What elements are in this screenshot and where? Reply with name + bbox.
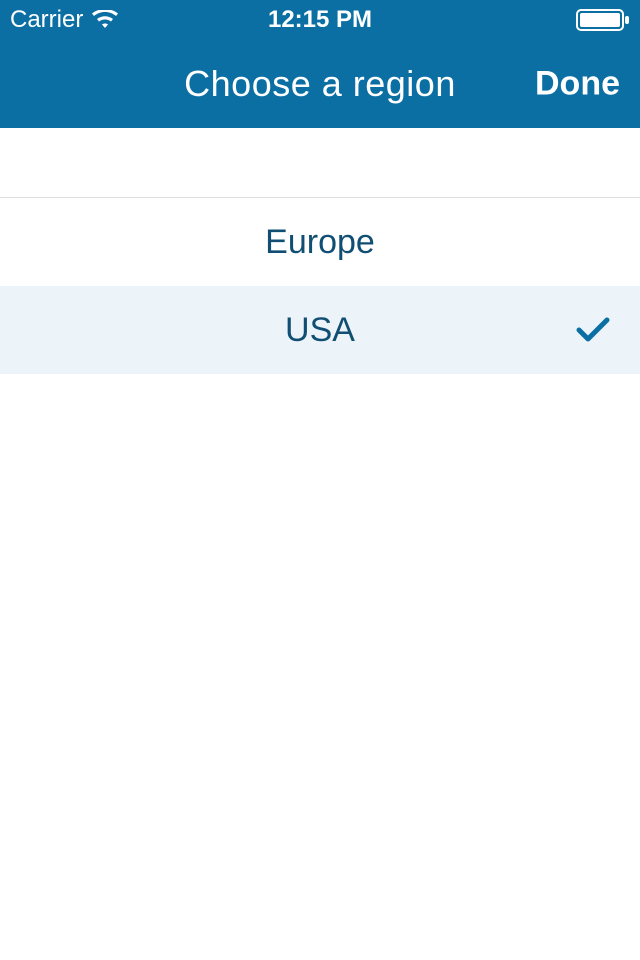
status-left: Carrier — [10, 6, 119, 34]
status-bar: Carrier 12:15 PM — [0, 0, 640, 40]
page-title: Choose a region — [184, 63, 456, 105]
list-item-label: USA — [285, 311, 355, 350]
list-item-europe[interactable]: Europe — [0, 198, 640, 286]
carrier-label: Carrier — [10, 6, 83, 34]
battery-icon — [576, 9, 630, 31]
checkmark-icon — [576, 317, 610, 343]
done-button[interactable]: Done — [535, 65, 620, 104]
list-item-usa[interactable]: USA — [0, 286, 640, 374]
status-right — [576, 9, 630, 31]
content: Europe USA — [0, 128, 640, 374]
list-item-label: Europe — [265, 223, 375, 262]
wifi-icon — [91, 10, 119, 30]
section-spacer — [0, 128, 640, 198]
nav-bar: Choose a region Done — [0, 40, 640, 128]
